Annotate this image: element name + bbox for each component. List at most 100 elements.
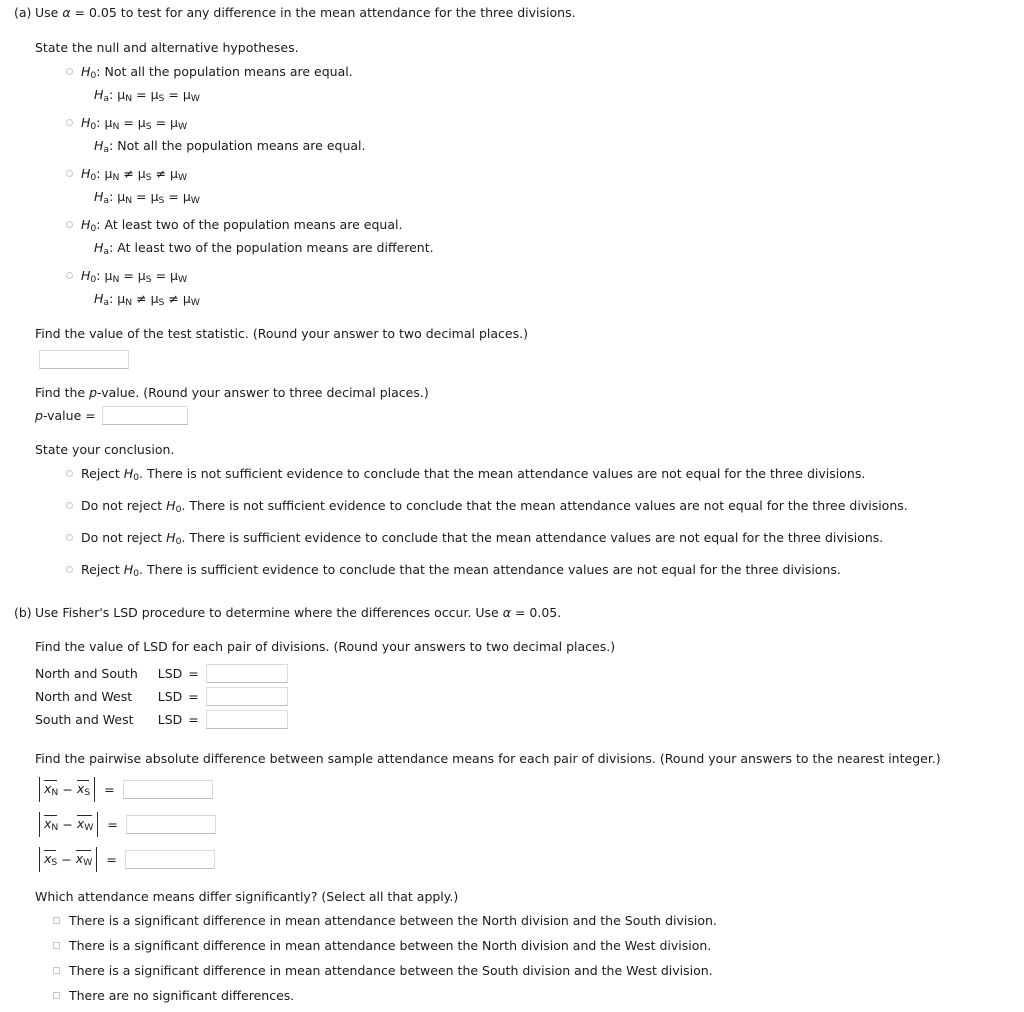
checkbox-icon[interactable]	[53, 992, 60, 1000]
x-bar-first: xS	[44, 850, 58, 869]
equals-sign: =	[188, 666, 199, 682]
equals-sign: =	[188, 689, 199, 705]
h0-text: : μN = μS = μW	[96, 268, 188, 286]
ha-text: : Not all the population means are equal…	[109, 138, 366, 154]
conclusion-post: . There is not sufficient evidence to co…	[181, 498, 908, 514]
ha-line: Ha: At least two of the population means…	[94, 239, 434, 260]
checkbox-icon[interactable]	[53, 967, 60, 975]
conclusion-heading: State your conclusion.	[35, 442, 175, 458]
ha-text: : At least two of the population means a…	[109, 240, 434, 256]
differ-option-4[interactable]: There are no significant differences.	[53, 987, 1024, 1004]
pairwise-input-ns[interactable]	[122, 780, 213, 800]
hypothesis-option-5[interactable]: H0: μN = μS = μW Ha: μN ≠ μS ≠ μW	[66, 267, 1024, 311]
radio-icon[interactable]	[66, 170, 73, 178]
hypothesis-option-4[interactable]: H0: At least two of the population means…	[66, 216, 1024, 260]
exercise-page: (a) Use α = 0.05 to test for any differe…	[0, 0, 1024, 1003]
radio-icon[interactable]	[66, 119, 73, 127]
x-bar-second: xW	[76, 815, 94, 834]
equals-sign: =	[188, 712, 199, 728]
differ-option-3[interactable]: There is a significant difference in mea…	[53, 962, 1024, 979]
radio-icon[interactable]	[66, 534, 73, 542]
differ-option-1[interactable]: There is a significant difference in mea…	[53, 912, 1024, 929]
pairwise-row-sw: xS − xW =	[39, 847, 1024, 873]
x-subscript: S	[84, 787, 91, 799]
pairwise-input-sw[interactable]	[124, 850, 215, 870]
test-statistic-input[interactable]	[39, 350, 129, 370]
conclusion-options-group: Reject H0. There is not sufficient evide…	[35, 465, 1024, 582]
alpha-symbol: α	[62, 5, 71, 20]
lsd-pair-label: South and West	[35, 712, 134, 728]
conclusion-option-2[interactable]: Do not reject H0. There is not sufficien…	[66, 497, 1024, 518]
conclusion-option-3[interactable]: Do not reject H0. There is sufficient ev…	[66, 529, 1024, 550]
lsd-prompt: Find the value of LSD for each pair of d…	[35, 639, 616, 655]
equals-sign: =	[106, 852, 117, 868]
radio-icon[interactable]	[66, 221, 73, 229]
x-subscript: W	[84, 822, 94, 834]
hypotheses-heading: State the null and alternative hypothese…	[35, 40, 299, 55]
lsd-text: LSD	[157, 666, 183, 682]
part-b-label: (b)	[14, 605, 32, 621]
differ-option-label: There are no significant differences.	[69, 988, 295, 1004]
lsd-table: North and South LSD = North and West LSD…	[35, 664, 288, 733]
radio-icon[interactable]	[66, 470, 73, 478]
radio-icon[interactable]	[66, 566, 73, 574]
pairwise-input-nw[interactable]	[125, 815, 216, 835]
pvalue-input[interactable]	[101, 406, 188, 426]
ha-line: Ha: μN ≠ μS ≠ μW	[94, 290, 200, 311]
h0-label: H	[81, 64, 91, 79]
pvalue-prompt-pre: Find the	[35, 385, 90, 401]
conclusion-pre: Do not reject	[81, 530, 167, 546]
h0-text: : Not all the population means are equal…	[96, 64, 353, 79]
ha-label: H	[94, 87, 104, 103]
pvalue-label: p-value =	[35, 408, 96, 423]
differ-question: Which attendance means differ significan…	[35, 889, 459, 905]
equals-sign: =	[107, 817, 118, 833]
x-subscript: S	[51, 857, 58, 869]
part-b-stem-pre: Use Fisher's LSD procedure to determine …	[35, 605, 503, 621]
radio-icon[interactable]	[66, 68, 73, 75]
h0-label: H	[81, 166, 91, 182]
pvalue-prompt: Find the p-value. (Round your answer to …	[35, 384, 1024, 401]
part-a-label: (a)	[14, 5, 32, 20]
x-bar-second: xW	[75, 850, 92, 868]
part-b: (b) Use Fisher's LSD procedure to determ…	[0, 604, 1024, 1012]
h0-label: H	[123, 466, 134, 482]
conclusion-pre: Reject	[81, 562, 124, 578]
lsd-pair-label: North and South	[35, 666, 138, 682]
pairwise-rows: xN − xS = xN − xW = xS − xW =	[35, 777, 1024, 873]
h0-label: H	[81, 217, 91, 233]
lsd-input-north-south[interactable]	[205, 664, 288, 684]
equals-sign: =	[104, 782, 115, 798]
absolute-difference-expression: xS − xW	[39, 847, 98, 873]
x-bar-first: xN	[44, 815, 58, 833]
lsd-text: LSD	[157, 712, 183, 728]
checkbox-icon[interactable]	[53, 917, 60, 925]
h0-text: : μN = μS = μW	[96, 115, 188, 133]
part-a: (a) Use α = 0.05 to test for any differe…	[0, 0, 1024, 582]
h0-label: H	[81, 115, 91, 131]
conclusion-option-4[interactable]: Reject H0. There is sufficient evidence …	[66, 561, 1024, 582]
minus-sign: −	[62, 817, 73, 833]
differ-option-2[interactable]: There is a significant difference in mea…	[53, 937, 1024, 954]
conclusion-option-1[interactable]: Reject H0. There is not sufficient evide…	[66, 465, 1024, 486]
x-bar-first: xN	[44, 780, 58, 798]
lsd-input-north-west[interactable]	[205, 687, 288, 707]
radio-icon[interactable]	[66, 502, 73, 510]
ha-text: : μN = μS = μW	[109, 87, 200, 105]
hypothesis-option-3[interactable]: H0: μN ≠ μS ≠ μW Ha: μN = μS = μW	[66, 165, 1024, 209]
p-symbol: p	[35, 408, 43, 424]
ha-label: H	[94, 291, 104, 307]
ha-label: H	[94, 138, 104, 154]
radio-icon[interactable]	[66, 272, 73, 280]
lsd-pair-label: North and West	[35, 689, 133, 705]
pvalue-prompt-post: -value. (Round your answer to three deci…	[97, 385, 429, 401]
checkbox-icon[interactable]	[53, 942, 60, 950]
h0-label: H	[123, 562, 134, 578]
lsd-input-south-west[interactable]	[205, 710, 288, 730]
h0-label: H	[166, 530, 176, 546]
hypothesis-option-2[interactable]: H0: μN = μS = μW Ha: Not all the populat…	[66, 114, 1024, 158]
ha-line: Ha: μN = μS = μW	[94, 188, 200, 209]
hypothesis-option-1[interactable]: H0: Not all the population means are equ…	[66, 63, 1024, 107]
part-a-stem: Use α = 0.05 to test for any difference …	[35, 4, 1024, 21]
differ-option-label: There is a significant difference in mea…	[69, 963, 713, 979]
